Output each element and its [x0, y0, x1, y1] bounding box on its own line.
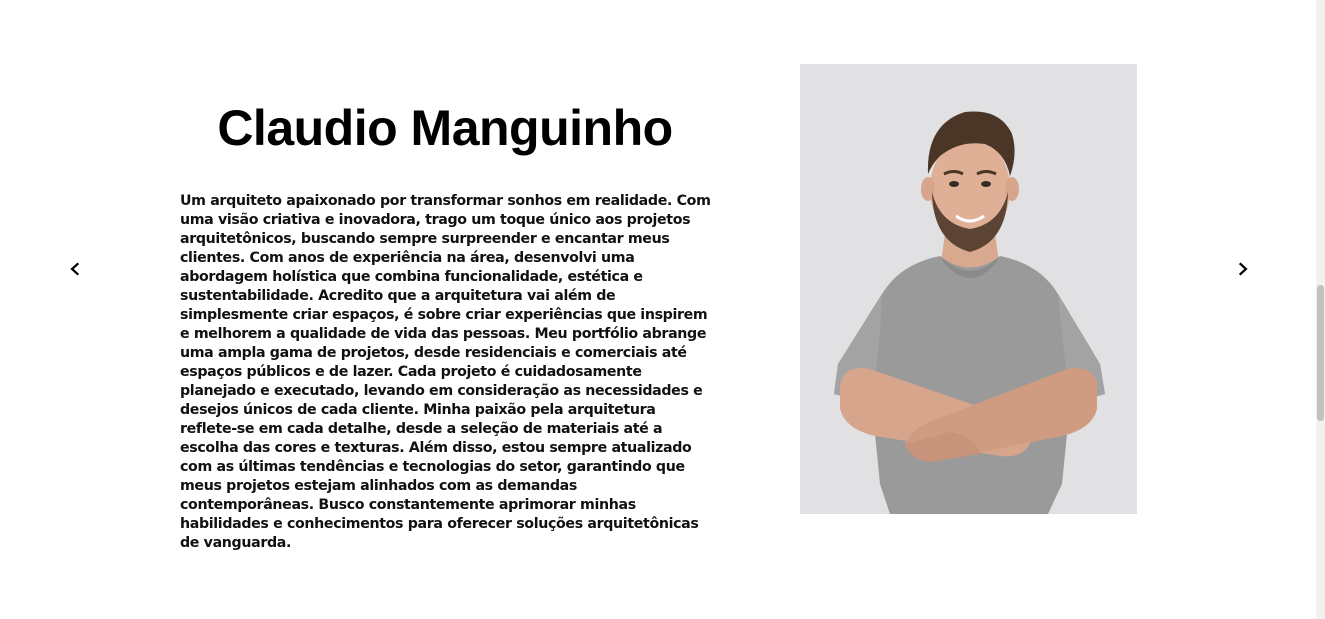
profile-name: Claudio Manguinho	[217, 100, 673, 156]
portrait-illustration	[800, 64, 1137, 514]
profile-carousel: Claudio Manguinho Um arquiteto apaixonad…	[0, 0, 1316, 619]
vertical-scrollbar[interactable]	[1316, 0, 1325, 619]
scrollbar-thumb[interactable]	[1317, 285, 1324, 421]
profile-photo	[800, 64, 1137, 514]
chevron-right-icon	[1238, 262, 1248, 276]
carousel-prev-button[interactable]	[62, 256, 88, 282]
page: Claudio Manguinho Um arquiteto apaixonad…	[0, 0, 1325, 619]
chevron-left-icon	[70, 262, 80, 276]
carousel-next-button[interactable]	[1230, 256, 1256, 282]
profile-bio: Um arquiteto apaixonado por transformar …	[180, 193, 711, 551]
